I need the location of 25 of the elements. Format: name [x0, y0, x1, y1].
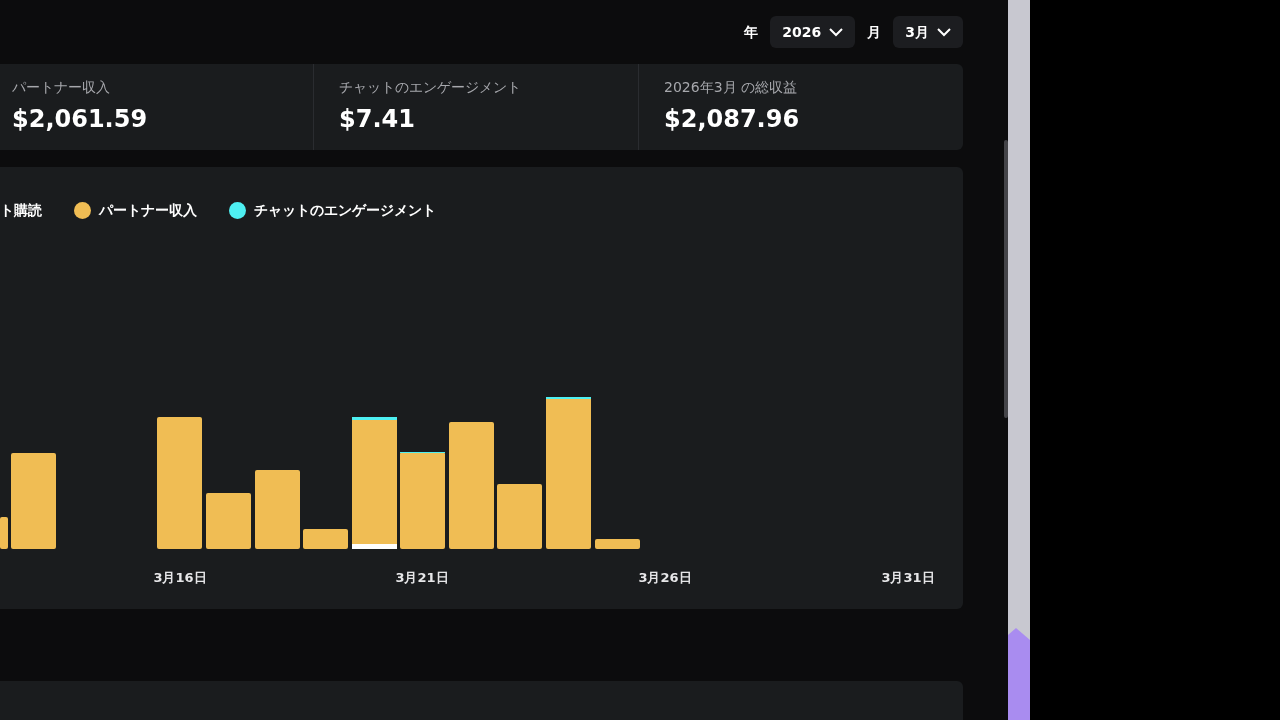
chart-bar: [206, 493, 251, 549]
scrollbar-thumb[interactable]: [1004, 140, 1008, 418]
chart-bar: [595, 539, 640, 549]
axis-label: 3月26日: [638, 570, 692, 585]
dropdown[interactable]: 3月: [893, 16, 963, 48]
axis-label: 3月31日: [881, 570, 935, 585]
legend-label: ト購読: [0, 201, 42, 220]
stat-label: チャットのエンゲージメント: [339, 78, 522, 97]
chart-bar: [0, 517, 8, 549]
axis-label: 3月21日: [395, 570, 449, 585]
filter-label: 年: [744, 23, 759, 42]
axis-label: 3月16日: [153, 570, 207, 585]
legend-label: チャットのエンゲージメント: [254, 201, 436, 220]
stat-value: $2,087.96: [664, 104, 801, 135]
filter-label: 月: [867, 23, 882, 42]
chevron-down-icon: [937, 27, 951, 37]
chevron-down-icon: [829, 27, 844, 37]
chart-bar: [303, 529, 348, 549]
chart-bar: [497, 484, 542, 549]
legend-label: パートナー収入: [99, 201, 197, 220]
stat-value: $7.41: [339, 104, 416, 135]
stat-label: パートナー収入: [12, 78, 111, 97]
dropdown[interactable]: 2026: [770, 16, 856, 48]
stat-label: 2026年3月 の総収益: [664, 78, 798, 97]
stat-value: $2,061.59: [12, 104, 149, 135]
